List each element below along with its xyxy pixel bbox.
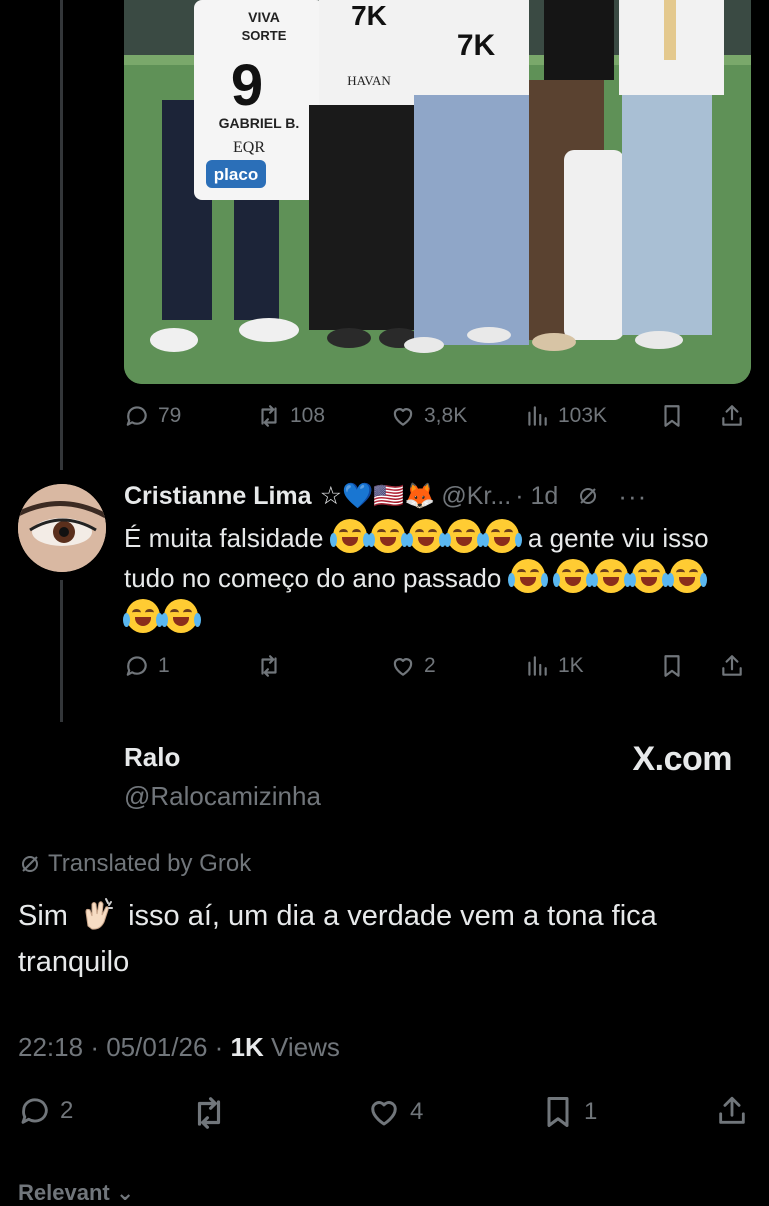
jersey-sponsor-bottom: placo	[214, 165, 258, 184]
reply-retweet-button[interactable]	[256, 653, 290, 679]
reply-avatar[interactable]	[18, 484, 106, 572]
post-views-count: 1K	[230, 1032, 264, 1062]
views-icon	[528, 656, 547, 676]
jersey-sponsor-top2: SORTE	[242, 28, 287, 43]
reply-icon	[21, 1098, 48, 1124]
reply-time: · 1d	[515, 481, 559, 510]
reply-name-suffix: ☆💙🇺🇸🦊	[319, 482, 436, 510]
reply-action-bar: 1 2 1K	[124, 647, 751, 687]
retweet-icon	[261, 655, 277, 677]
sort-relevant-dropdown[interactable]: Relevant ⌄	[18, 1180, 134, 1206]
tweet-action-bar: 79 108 3,8K 103K	[124, 397, 751, 437]
translated-text: Translated by Grok	[48, 850, 252, 877]
jersey-brand-2: 7K	[457, 29, 496, 62]
jersey-number: 9	[231, 53, 263, 118]
reply-reply-count: 1	[158, 654, 170, 677]
post-share-button[interactable]	[715, 1094, 749, 1128]
heart-icon	[393, 408, 413, 426]
retweet-icon	[197, 1097, 221, 1129]
reply-display-name[interactable]: Cristianne Lima	[124, 482, 312, 511]
post-retweet-button[interactable]	[190, 1094, 236, 1132]
laughing-emoji-icon	[628, 559, 669, 593]
jersey-player: GABRIEL B.	[219, 115, 300, 131]
post-reply-count: 2	[60, 1097, 74, 1124]
reply-reply-button[interactable]: 1	[124, 653, 170, 679]
laughing-emoji-icon	[329, 519, 370, 553]
post-reply-button[interactable]: 2	[18, 1094, 73, 1128]
clapping-hands-icon	[85, 898, 114, 930]
post-time[interactable]: 22:18	[18, 1032, 83, 1062]
reply-views-button[interactable]: 1K	[524, 653, 584, 679]
x-com-logo: X.com	[632, 740, 732, 778]
reply-views-count: 1K	[558, 654, 584, 677]
bookmark-icon	[664, 655, 680, 677]
reply-button[interactable]: 79	[124, 403, 181, 429]
more-icon[interactable]: ···	[618, 481, 647, 512]
translated-label[interactable]: Translated by Grok	[18, 850, 251, 878]
post-meta: 22:18 · 05/01/26 · 1K Views	[18, 1032, 340, 1062]
laughing-emoji-icon	[552, 559, 593, 593]
laughing-emoji-icon	[161, 599, 201, 633]
jersey-sponsor-top: VIVA	[248, 9, 280, 25]
grok-icon[interactable]	[576, 484, 600, 508]
like-button[interactable]: 3,8K	[390, 403, 467, 429]
reply-like-count: 2	[424, 654, 436, 677]
share-icon	[719, 1096, 745, 1124]
views-button[interactable]: 103K	[524, 403, 607, 429]
bookmark-icon	[547, 1097, 569, 1127]
laughing-emoji-icon	[507, 559, 548, 593]
tweet-photo[interactable]: VIVA SORTE 9 GABRIEL B. EQR placo 7K HAV…	[124, 0, 751, 384]
share-icon	[722, 655, 742, 676]
author-handle[interactable]: @Ralocamizinha	[124, 781, 321, 812]
bookmark-icon	[664, 405, 680, 427]
author-name[interactable]: Ralo	[124, 742, 180, 773]
heart-icon	[393, 658, 413, 676]
reply-like-button[interactable]: 2	[390, 653, 436, 679]
laughing-emoji-icon	[405, 519, 446, 553]
retweet-button[interactable]: 108	[256, 403, 325, 429]
laughing-emoji-icon	[590, 559, 631, 593]
grok-icon	[22, 856, 38, 872]
share-icon	[722, 405, 742, 426]
post-views-label: Views	[271, 1032, 340, 1062]
laughing-emoji-icon	[443, 519, 484, 553]
post-date[interactable]: 05/01/26	[106, 1032, 207, 1062]
like-count: 3,8K	[424, 404, 468, 427]
share-button[interactable]	[719, 403, 745, 429]
thread-line-reply	[60, 580, 63, 722]
laughing-emoji-icon	[666, 559, 707, 593]
jersey-sponsor-mid: EQR	[233, 139, 265, 156]
post-bookmark-count: 1	[584, 1098, 598, 1125]
reply-handle[interactable]: @Kr...	[441, 482, 511, 511]
reply-text: É muita falsidade a gente viu isso tudo …	[123, 518, 734, 638]
laughing-emoji-icon	[123, 599, 163, 633]
retweet-icon	[261, 405, 277, 427]
reply-share-button[interactable]	[719, 653, 745, 679]
laughing-emoji-icon	[481, 519, 522, 553]
thread-line-top	[60, 0, 63, 470]
laughing-emoji-icon	[367, 519, 408, 553]
retweet-count: 108	[290, 404, 326, 427]
reply-text-part1: É muita falsidade	[124, 523, 324, 553]
views-count: 103K	[558, 404, 608, 427]
reply-count: 79	[158, 404, 182, 427]
views-icon	[528, 406, 547, 426]
reply-header: Cristianne Lima ☆💙🇺🇸🦊 @Kr... · 1d ···	[124, 478, 764, 514]
bookmark-button[interactable]	[659, 403, 685, 429]
heart-icon	[371, 1101, 397, 1126]
post-text: Sim isso aí, um dia a verdade vem a tona…	[18, 893, 738, 985]
reply-icon	[126, 406, 147, 426]
post-bookmark-button[interactable]: 1	[540, 1094, 597, 1130]
jersey-havan: HAVAN	[347, 73, 391, 88]
post-like-count: 4	[410, 1098, 424, 1125]
jersey-brand-1: 7K	[351, 0, 387, 31]
reply-icon	[126, 656, 147, 676]
post-text-part1: Sim	[18, 900, 68, 932]
post-like-button[interactable]: 4	[366, 1094, 423, 1130]
post-action-bar: 2 4 1	[18, 1094, 753, 1134]
reply-bookmark-button[interactable]	[659, 653, 685, 679]
